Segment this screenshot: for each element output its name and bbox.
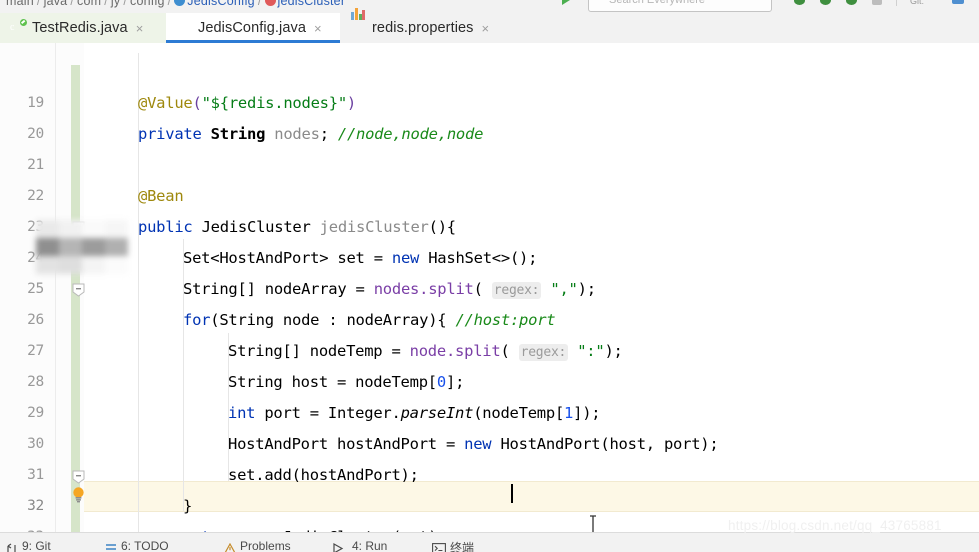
- status-todo[interactable]: 6: TODO: [121, 539, 169, 552]
- search-input-placeholder: Search Everywhere: [609, 0, 705, 6]
- stop-icon[interactable]: [872, 0, 885, 7]
- java-class-icon: [176, 21, 191, 36]
- code-line-31[interactable]: set.add(hostAndPort);: [228, 467, 419, 483]
- tab-label: TestRedis.java: [32, 20, 128, 36]
- code-line-28[interactable]: String host = nodeTemp[0];: [228, 374, 464, 390]
- code-line-20[interactable]: private String nodes; //node,node,node: [138, 126, 483, 142]
- tab-jedisconfig-java[interactable]: JedisConfig.java ×: [166, 13, 340, 43]
- breadcrumb-method[interactable]: jedisCluster: [278, 0, 346, 8]
- status-git[interactable]: 9: Git: [22, 539, 51, 552]
- breadcrumb-sep: /: [167, 0, 172, 8]
- text-caret: [511, 484, 513, 503]
- breadcrumb[interactable]: main / java / com / jy / config / JedisConfig / jedi…: [6, 0, 345, 8]
- breadcrumb-sep: /: [70, 0, 75, 8]
- code-line-24[interactable]: Set<HostAndPort> set = new HashSet<>();: [183, 250, 537, 266]
- breadcrumb-config[interactable]: config: [130, 0, 165, 8]
- breadcrumb-sep: /: [36, 0, 41, 8]
- java-class-icon: [174, 0, 186, 6]
- debug-icon[interactable]: [794, 0, 807, 7]
- breadcrumb-class[interactable]: JedisConfig: [187, 0, 255, 8]
- problems-icon[interactable]: [224, 541, 236, 552]
- code-content[interactable]: @Value("${redis.nodes}") private String …: [0, 43, 979, 532]
- search-icon[interactable]: [952, 0, 965, 7]
- mouse-cursor-ibeam: [588, 515, 598, 532]
- main-toolbar: main / java / com / jy / config / JedisConfig / jedi…: [0, 0, 979, 14]
- status-problems[interactable]: Problems: [240, 539, 291, 552]
- breadcrumb-main[interactable]: main: [6, 0, 34, 8]
- code-editor[interactable]: 19 20 21 22 23 24 25 26 27 28 29 30 31 3…: [0, 43, 979, 532]
- status-run[interactable]: 4: Run: [352, 539, 387, 552]
- tab-label: JedisConfig.java: [198, 20, 306, 36]
- code-line-30[interactable]: HostAndPort hostAndPort = new HostAndPor…: [228, 436, 719, 452]
- status-terminal[interactable]: 终端: [450, 539, 474, 552]
- breadcrumb-java[interactable]: java: [44, 0, 68, 8]
- code-line-19[interactable]: @Value("${redis.nodes}"): [138, 95, 356, 111]
- breadcrumb-sep: /: [257, 0, 262, 8]
- tab-label: redis.properties: [372, 20, 474, 36]
- code-line-22[interactable]: @Bean: [138, 188, 184, 204]
- code-line-27[interactable]: String[] nodeTemp = node.split( regex: "…: [228, 343, 623, 361]
- git-update-icon[interactable]: Git:: [910, 0, 924, 7]
- run-button[interactable]: [562, 0, 575, 7]
- toolbar-divider: [896, 0, 897, 6]
- breadcrumb-jy[interactable]: jy: [111, 0, 120, 8]
- close-icon[interactable]: ×: [136, 22, 144, 35]
- java-test-class-icon: [10, 18, 27, 36]
- code-line-32[interactable]: }: [183, 498, 192, 514]
- code-line-26[interactable]: for(String node : nodeArray){ //host:por…: [183, 312, 556, 328]
- tab-testredis-java[interactable]: TestRedis.java ×: [0, 13, 166, 43]
- breadcrumb-sep: /: [104, 0, 108, 8]
- run-with-coverage-icon[interactable]: [820, 0, 833, 7]
- search-everywhere-field[interactable]: Search Everywhere: [588, 0, 772, 12]
- run-icon[interactable]: [332, 541, 344, 552]
- status-bar: 9: Git 6: TODO Problems 4: Run 终端: [0, 532, 979, 552]
- profile-icon[interactable]: [846, 0, 859, 7]
- breadcrumb-sep: /: [123, 0, 128, 8]
- watermark: https://blog.csdn.net/qq_43765881: [728, 518, 942, 533]
- git-icon[interactable]: [6, 541, 18, 552]
- close-icon[interactable]: ×: [314, 22, 322, 35]
- todo-icon[interactable]: [105, 541, 117, 552]
- code-line-23[interactable]: public JedisCluster jedisCluster(){: [138, 219, 456, 235]
- close-icon[interactable]: ×: [482, 22, 490, 35]
- tab-redis-properties[interactable]: redis.properties ×: [340, 7, 500, 43]
- terminal-icon[interactable]: [432, 541, 446, 552]
- editor-tab-bar: TestRedis.java × JedisConfig.java × redi…: [0, 7, 979, 44]
- code-line-29[interactable]: int port = Integer.parseInt(nodeTemp[1])…: [228, 405, 601, 421]
- intellij-idea-window: main / java / com / jy / config / JedisConfig / jedi…: [0, 0, 979, 552]
- method-icon: [264, 0, 276, 6]
- breadcrumb-com[interactable]: com: [77, 0, 101, 8]
- code-line-25[interactable]: String[] nodeArray = nodes.split( regex:…: [183, 281, 596, 299]
- properties-file-icon: [350, 7, 365, 36]
